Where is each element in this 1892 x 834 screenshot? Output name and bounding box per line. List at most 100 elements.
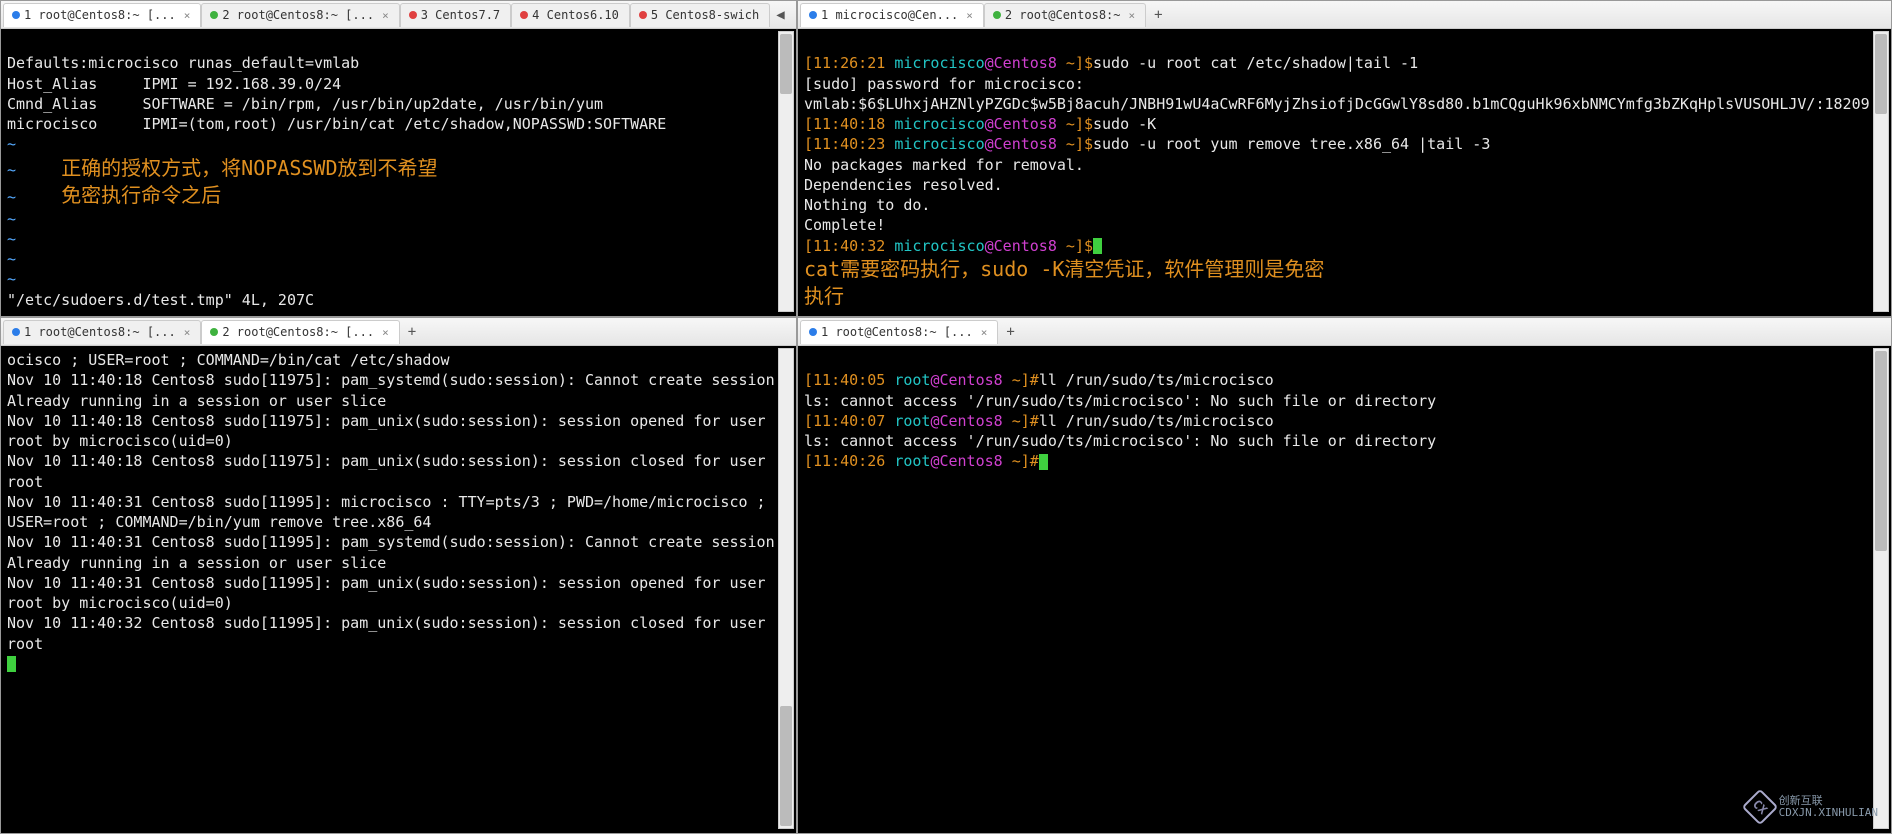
- tab-tl-5[interactable]: 5 Centos8-swich: [630, 3, 770, 27]
- scrollbar[interactable]: [778, 31, 794, 312]
- status-dot-icon: [809, 11, 817, 19]
- tab-bl-2[interactable]: 2 root@Centos8:~ [... ×: [201, 320, 399, 344]
- close-icon[interactable]: ×: [382, 9, 389, 22]
- watermark-logo-icon: CX: [1741, 789, 1778, 826]
- tab-label: 2 root@Centos8:~: [1005, 8, 1121, 22]
- tabbar-br: 1 root@Centos8:~ [... × +: [798, 318, 1891, 346]
- close-icon[interactable]: ×: [382, 326, 389, 339]
- output-line: ls: cannot access '/run/sudo/ts/microcis…: [804, 392, 1436, 410]
- terminal-tl[interactable]: Defaults:microcisco runas_default=vmlab …: [1, 29, 796, 316]
- tab-tl-3[interactable]: 3 Centos7.7: [400, 3, 511, 27]
- close-icon[interactable]: ×: [184, 326, 191, 339]
- scrollbar-thumb[interactable]: [1875, 34, 1887, 114]
- output-line: vmlab:$6$LUhxjAHZNlyPZGDc$w5Bj8acuh/JNBH…: [804, 95, 1891, 113]
- prompt-host: @Centos8: [930, 371, 1011, 389]
- tab-br-1[interactable]: 1 root@Centos8:~ [... ×: [800, 320, 998, 344]
- annotation-text: 正确的授权方式，将NOPASSWD放到不希望: [61, 156, 437, 180]
- add-tab-icon[interactable]: +: [998, 324, 1022, 340]
- scrollbar-thumb[interactable]: [780, 706, 792, 826]
- command-text: ll /run/sudo/ts/microcisco: [1039, 412, 1274, 430]
- editor-line: Cmnd_Alias SOFTWARE = /bin/rpm, /usr/bin…: [7, 95, 603, 113]
- terminal-tr[interactable]: [11:26:21 microcisco@Centos8 ~]$sudo -u …: [798, 29, 1891, 316]
- command-text: sudo -u root cat /etc/shadow|tail -1: [1093, 54, 1418, 72]
- scrollbar-thumb[interactable]: [1875, 351, 1887, 551]
- tab-tl-4[interactable]: 4 Centos6.10: [511, 3, 630, 27]
- terminal-br[interactable]: [11:40:05 root@Centos8 ~]#ll /run/sudo/t…: [798, 346, 1891, 833]
- terminal-bl[interactable]: ocisco ; USER=root ; COMMAND=/bin/cat /e…: [1, 346, 796, 833]
- tab-label: 4 Centos6.10: [532, 8, 619, 22]
- command-text: sudo -K: [1093, 115, 1156, 133]
- tab-tr-1[interactable]: 1 microcisco@Cen... ×: [800, 3, 984, 27]
- terminal-cursor: [7, 656, 16, 672]
- scrollbar[interactable]: [1873, 348, 1889, 829]
- tab-label: 2 root@Centos8:~ [...: [222, 325, 374, 339]
- status-dot-icon: [12, 11, 20, 19]
- tab-label: 1 root@Centos8:~ [...: [24, 8, 176, 22]
- status-dot-icon: [520, 11, 528, 19]
- pane-top-left: 1 root@Centos8:~ [... × 2 root@Centos8:~ …: [0, 0, 797, 317]
- tab-nav-left-icon[interactable]: ◀: [770, 7, 790, 23]
- status-dot-icon: [210, 328, 218, 336]
- scrollbar[interactable]: [778, 348, 794, 829]
- command-text: ll /run/sudo/ts/microcisco: [1039, 371, 1274, 389]
- pane-bottom-left: 1 root@Centos8:~ [... × 2 root@Centos8:~ …: [0, 317, 797, 834]
- add-tab-icon[interactable]: +: [1146, 7, 1170, 23]
- output-line: Complete!: [804, 216, 885, 234]
- tabbar-tl: 1 root@Centos8:~ [... × 2 root@Centos8:~ …: [1, 1, 796, 29]
- tab-label: 1 root@Centos8:~ [...: [24, 325, 176, 339]
- annotation-text: 免密执行命令之后: [61, 183, 221, 207]
- prompt-time: [11:40:23: [804, 135, 894, 153]
- status-dot-icon: [809, 328, 817, 336]
- prompt-time: [11:40:26: [804, 452, 894, 470]
- prompt-host: @Centos8: [985, 54, 1066, 72]
- tab-label: 3 Centos7.7: [421, 8, 500, 22]
- tab-tl-2[interactable]: 2 root@Centos8:~ [... ×: [201, 3, 399, 27]
- output-line: Nothing to do.: [804, 196, 930, 214]
- tab-tr-2[interactable]: 2 root@Centos8:~ ×: [984, 3, 1146, 27]
- add-tab-icon[interactable]: +: [400, 324, 424, 340]
- vim-tilde: ~: [7, 135, 16, 153]
- status-dot-icon: [639, 11, 647, 19]
- tab-label: 1 microcisco@Cen...: [821, 8, 958, 22]
- editor-line: Host_Alias IPMI = 192.168.39.0/24: [7, 75, 341, 93]
- close-icon[interactable]: ×: [184, 9, 191, 22]
- output-line: [sudo] password for microcisco:: [804, 75, 1084, 93]
- output-line: ls: cannot access '/run/sudo/ts/microcis…: [804, 432, 1436, 450]
- prompt-user: microcisco: [894, 54, 984, 72]
- command-text: sudo -u root yum remove tree.x86_64 |tai…: [1093, 135, 1490, 153]
- close-icon[interactable]: ×: [1129, 9, 1136, 22]
- output-line: No packages marked for removal.: [804, 156, 1084, 174]
- prompt-time: [11:40:18: [804, 115, 894, 133]
- prompt-time: [11:40:32: [804, 237, 894, 255]
- tab-label: 2 root@Centos8:~ [...: [222, 8, 374, 22]
- editor-line: microcisco IPMI=(tom,root) /usr/bin/cat …: [7, 115, 666, 133]
- prompt-path: ~: [1012, 371, 1021, 389]
- tabbar-tr: 1 microcisco@Cen... × 2 root@Centos8:~ × +: [798, 1, 1891, 29]
- status-dot-icon: [12, 328, 20, 336]
- watermark: CX 创新互联 CDXJN.XINHULIAN: [1747, 794, 1878, 820]
- terminal-cursor: [1093, 238, 1102, 254]
- vim-status-line: "/etc/sudoers.d/test.tmp" 4L, 207C: [7, 291, 314, 309]
- close-icon[interactable]: ×: [981, 326, 988, 339]
- tab-label: 5 Centos8-swich: [651, 8, 759, 22]
- pane-top-right: 1 microcisco@Cen... × 2 root@Centos8:~ × +…: [797, 0, 1892, 317]
- close-icon[interactable]: ×: [966, 9, 973, 22]
- pane-bottom-right: 1 root@Centos8:~ [... × + [11:40:05 root@…: [797, 317, 1892, 834]
- prompt-time: [11:26:21: [804, 54, 894, 72]
- scrollbar[interactable]: [1873, 31, 1889, 312]
- prompt-user: root: [894, 371, 930, 389]
- tabbar-bl: 1 root@Centos8:~ [... × 2 root@Centos8:~ …: [1, 318, 796, 346]
- prompt-end: ]#: [1021, 371, 1039, 389]
- prompt-time: [11:40:05: [804, 371, 894, 389]
- tab-bl-1[interactable]: 1 root@Centos8:~ [... ×: [3, 320, 201, 344]
- annotation-text: cat需要密码执行，sudo -K清空凭证，软件管理则是免密: [804, 257, 1324, 281]
- prompt-end: ]$: [1075, 54, 1093, 72]
- status-dot-icon: [210, 11, 218, 19]
- tab-label: 1 root@Centos8:~ [...: [821, 325, 973, 339]
- scrollbar-thumb[interactable]: [780, 34, 792, 94]
- output-line: Dependencies resolved.: [804, 176, 1003, 194]
- editor-line: Defaults:microcisco runas_default=vmlab: [7, 54, 359, 72]
- prompt-time: [11:40:07: [804, 412, 894, 430]
- watermark-url: CDXJN.XINHULIAN: [1779, 807, 1878, 819]
- tab-tl-1[interactable]: 1 root@Centos8:~ [... ×: [3, 3, 201, 27]
